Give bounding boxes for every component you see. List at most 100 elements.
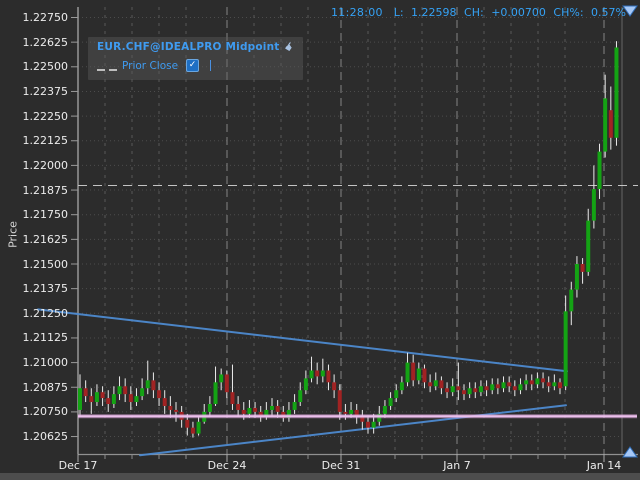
candle bbox=[293, 394, 297, 414]
candle bbox=[400, 376, 404, 394]
candle-body bbox=[535, 378, 539, 384]
candle bbox=[586, 209, 590, 276]
y-tick-label: 1.21250 bbox=[6, 307, 68, 320]
candle-body bbox=[490, 384, 494, 390]
y-tick-label: 1.22750 bbox=[6, 11, 68, 24]
candle bbox=[507, 376, 511, 392]
candle-body bbox=[151, 380, 155, 390]
candle bbox=[598, 144, 602, 199]
candle-body bbox=[118, 386, 122, 394]
candle-body bbox=[321, 370, 325, 376]
candle bbox=[129, 386, 133, 410]
candle bbox=[310, 357, 314, 383]
x-tick-label: Dec 17 bbox=[59, 459, 98, 472]
candle-body bbox=[253, 408, 257, 412]
legend-symbol-title: EUR.CHF@IDEALPRO Midpoint bbox=[97, 41, 280, 53]
candle-body bbox=[417, 369, 421, 381]
candle bbox=[326, 365, 330, 391]
candle bbox=[564, 296, 568, 391]
candle-body bbox=[502, 382, 506, 388]
candle bbox=[417, 363, 421, 385]
candle bbox=[202, 404, 206, 424]
candle bbox=[530, 374, 534, 390]
candle bbox=[518, 378, 522, 394]
candle bbox=[101, 386, 105, 406]
candle bbox=[406, 353, 410, 387]
candle-body bbox=[524, 380, 528, 384]
candle bbox=[151, 372, 155, 398]
candle bbox=[134, 388, 138, 406]
candle-body bbox=[163, 398, 167, 406]
candle bbox=[118, 376, 122, 400]
y-tick-label: 1.21750 bbox=[6, 208, 68, 221]
candle-body bbox=[276, 406, 280, 412]
candle bbox=[304, 370, 308, 394]
candle bbox=[473, 382, 477, 398]
candle bbox=[558, 378, 562, 394]
candle-body bbox=[411, 363, 415, 381]
prior-close-checkbox[interactable]: ✓ bbox=[186, 59, 199, 72]
candle-body bbox=[123, 386, 127, 394]
legend-caret bbox=[210, 60, 211, 71]
candle-body bbox=[208, 404, 212, 412]
candle bbox=[123, 378, 127, 402]
candle bbox=[496, 378, 500, 394]
candle-body bbox=[89, 396, 93, 402]
candle bbox=[287, 402, 291, 422]
x-tick-label: Dec 31 bbox=[322, 459, 361, 472]
legend-series-label: Prior Close bbox=[122, 60, 178, 72]
x-tick-label: Dec 24 bbox=[208, 459, 247, 472]
candle bbox=[581, 258, 585, 284]
candle-body bbox=[518, 384, 522, 390]
hand-pointer-icon: ☛ bbox=[283, 40, 297, 54]
candle bbox=[84, 380, 88, 402]
scroll-up-arrow-icon[interactable] bbox=[623, 447, 637, 457]
candle bbox=[524, 374, 528, 390]
candle bbox=[569, 282, 573, 325]
candle-body bbox=[84, 388, 88, 396]
legend-title-row[interactable]: EUR.CHF@IDEALPRO Midpoint ☛ bbox=[97, 41, 294, 53]
candle bbox=[157, 382, 161, 406]
candle bbox=[225, 370, 229, 398]
candle bbox=[439, 376, 443, 394]
candle bbox=[462, 384, 466, 400]
chart-clock: 11:28:00 bbox=[331, 6, 383, 19]
candle bbox=[259, 406, 263, 422]
last-value: 1.22598 bbox=[411, 6, 457, 19]
candle bbox=[547, 376, 551, 392]
candle bbox=[490, 378, 494, 394]
bottom-scrollbar[interactable] bbox=[0, 473, 640, 480]
candle-body bbox=[614, 47, 618, 137]
candle-body bbox=[168, 406, 172, 410]
y-tick-label: 1.20750 bbox=[6, 405, 68, 418]
candle bbox=[614, 41, 618, 146]
candle-body bbox=[485, 386, 489, 390]
descending-trendline[interactable] bbox=[38, 309, 567, 371]
candle-body bbox=[468, 388, 472, 394]
candle-body bbox=[473, 388, 477, 392]
candle bbox=[552, 374, 556, 390]
chart-legend[interactable]: EUR.CHF@IDEALPRO Midpoint ☛ Prior Close … bbox=[88, 37, 303, 80]
candle-body bbox=[298, 390, 302, 402]
candle bbox=[360, 410, 364, 430]
candle-body bbox=[247, 408, 251, 414]
candle-body bbox=[129, 394, 133, 402]
candle bbox=[298, 382, 302, 406]
change-value: +0.00700 bbox=[491, 6, 546, 19]
candle-body bbox=[106, 398, 110, 404]
candle bbox=[281, 406, 285, 422]
candle bbox=[422, 365, 426, 389]
change-pct-value: 0.57% bbox=[591, 6, 626, 19]
candle bbox=[502, 376, 506, 392]
y-tick-label: 1.21125 bbox=[6, 331, 68, 344]
candle bbox=[355, 404, 359, 424]
candle bbox=[106, 390, 110, 412]
candle-body bbox=[496, 384, 500, 388]
candle-body bbox=[434, 380, 438, 386]
candle-body bbox=[349, 410, 353, 414]
candle-body bbox=[236, 404, 240, 410]
candle-body bbox=[439, 380, 443, 388]
candle bbox=[535, 372, 539, 388]
candle-body bbox=[586, 221, 590, 272]
candle-body bbox=[270, 406, 274, 410]
